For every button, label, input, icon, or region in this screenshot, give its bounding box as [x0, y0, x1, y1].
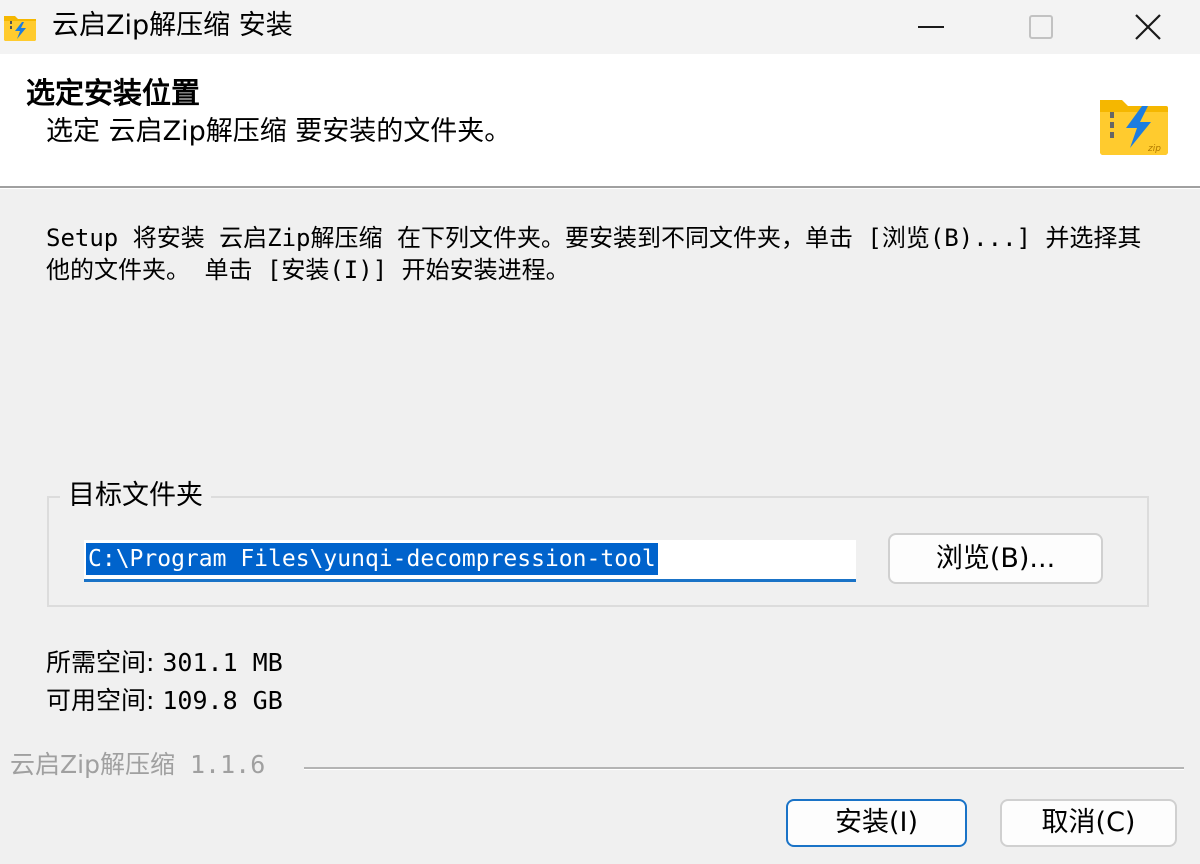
page-title: 选定安装位置 — [26, 76, 201, 110]
space-available: 可用空间: 109.8 GB — [46, 684, 283, 718]
brand-version: 1.1.6 — [174, 750, 266, 779]
title-bar[interactable]: 云启Zip解压缩 安装 — [0, 0, 1200, 54]
page-header: 选定安装位置 选定 云启Zip解压缩 要安装的文件夹。 zip — [0, 54, 1200, 186]
cancel-button-label: 取消(C) — [1041, 807, 1136, 838]
space-required: 所需空间: 301.1 MB — [46, 646, 283, 680]
space-required-label: 所需空间: — [46, 648, 163, 677]
page-subtitle: 选定 云启Zip解压缩 要安装的文件夹。 — [46, 116, 512, 147]
close-icon — [1135, 14, 1161, 40]
instruction-text: Setup 将安装 云启Zip解压缩 在下列文件夹。要安装到不同文件夹，单击 [… — [46, 224, 1142, 284]
zip-folder-lightning-icon: zip — [1100, 100, 1168, 155]
cancel-button[interactable]: 取消(C) — [1000, 799, 1177, 847]
close-button[interactable] — [1096, 0, 1200, 54]
window-title: 云启Zip解压缩 安装 — [52, 10, 293, 41]
space-required-value: 301.1 MB — [162, 648, 283, 677]
svg-text:zip: zip — [1147, 144, 1161, 154]
brand-name: 云启Zip解压缩 — [10, 750, 175, 779]
brand-footer: 云启Zip解压缩 1.1.6 — [10, 748, 265, 782]
space-available-label: 可用空间: — [46, 686, 163, 715]
group-label: 目标文件夹 — [60, 478, 211, 514]
browse-button[interactable]: 浏览(B)... — [888, 533, 1103, 584]
minimize-icon — [918, 26, 944, 28]
install-button-label: 安装(I) — [834, 807, 919, 838]
zip-folder-icon — [4, 16, 36, 41]
footer-divider-highlight — [304, 769, 1184, 770]
space-available-value: 109.8 GB — [162, 686, 283, 715]
install-path-input[interactable]: C:\Program Files\yunqi-decompression-too… — [84, 540, 856, 582]
browse-button-label: 浏览(B)... — [935, 542, 1056, 574]
installer-window: 云启Zip解压缩 安装 选定安装位置 选定 云启Zip解压缩 要安装的文件夹。 … — [0, 0, 1200, 864]
header-divider-highlight — [0, 188, 1200, 189]
minimize-button[interactable] — [876, 0, 986, 54]
install-path-value[interactable]: C:\Program Files\yunqi-decompression-too… — [86, 543, 658, 575]
maximize-button[interactable] — [986, 0, 1096, 54]
install-button[interactable]: 安装(I) — [786, 799, 967, 847]
maximize-icon — [1029, 15, 1053, 39]
